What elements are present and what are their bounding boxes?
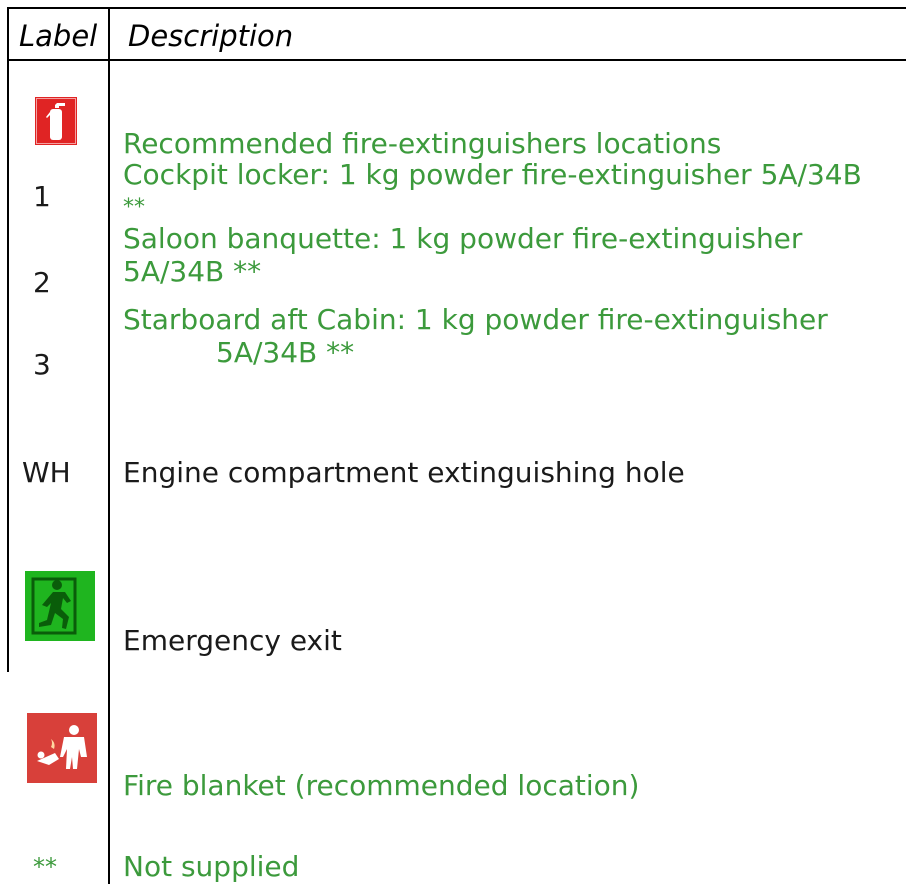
wh-description: Engine compartment extinguishing hole (123, 456, 685, 489)
header-bottom-border (7, 59, 906, 61)
fire-blanket-icon (27, 713, 97, 783)
not-supplied-description: Not supplied (123, 850, 300, 883)
extinguisher-line3-text-cont: 5A/34B ** (216, 336, 355, 369)
fire-blanket-description: Fire blanket (recommended location) (123, 769, 640, 802)
extinguisher-line3-label: 3 (33, 348, 51, 381)
extinguisher-line1-asterisks: ** (123, 195, 145, 220)
extinguisher-line2-label: 2 (33, 266, 51, 299)
extinguisher-line3-text: Starboard aft Cabin: 1 kg powder fire-ex… (123, 303, 828, 336)
extinguisher-line1-text: Cockpit locker: 1 kg powder fire-extingu… (123, 158, 862, 191)
column-divider (108, 7, 110, 884)
emergency-exit-description: Emergency exit (123, 624, 342, 657)
extinguisher-line1-label: 1 (33, 180, 51, 213)
wh-label: WH (22, 456, 71, 489)
extinguisher-line2-text-cont: 5A/34B ** (123, 255, 262, 288)
fire-extinguisher-icon (35, 97, 77, 145)
table-left-border (7, 7, 9, 672)
table-top-border (7, 7, 906, 9)
header-label: Label (19, 19, 98, 53)
emergency-exit-icon (25, 571, 95, 641)
not-supplied-label: ** (33, 853, 57, 881)
extinguisher-line2-text: Saloon banquette: 1 kg powder fire-extin… (123, 222, 803, 255)
header-description: Description (128, 19, 294, 53)
extinguisher-locations-title: Recommended fire-extinguishers locations (123, 127, 722, 160)
